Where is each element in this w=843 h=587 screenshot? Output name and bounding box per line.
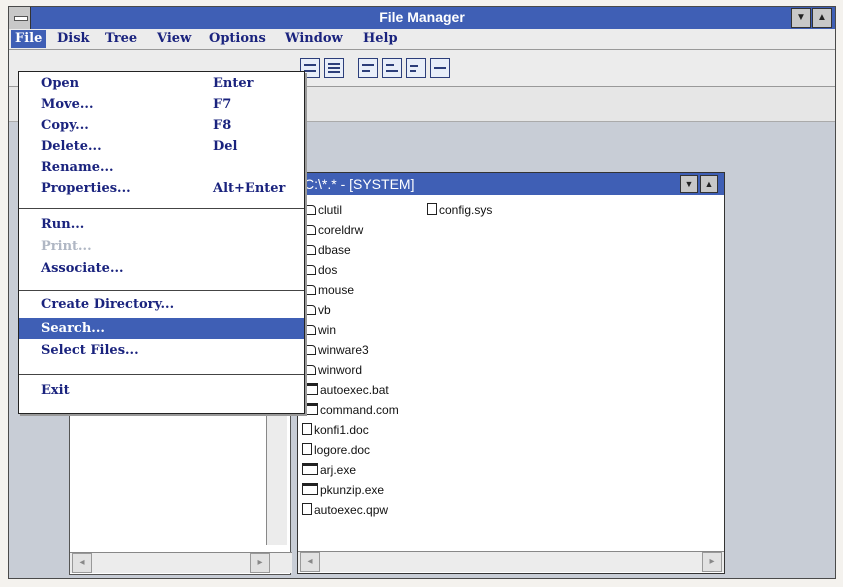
list-item[interactable]: autoexec.bat — [302, 381, 389, 399]
list-item[interactable]: win — [302, 321, 336, 339]
tree-horizontal-scrollbar[interactable]: ◂ ▸ — [70, 552, 292, 573]
menu-window[interactable]: Window — [281, 30, 347, 48]
list-item[interactable]: logore.doc — [302, 441, 370, 459]
menu-item-rename[interactable]: Rename... — [19, 157, 304, 178]
menu-item-open[interactable]: Open Enter — [19, 73, 304, 94]
directory-horizontal-scrollbar[interactable]: ◂ ▸ — [298, 551, 724, 572]
list-item[interactable]: winware3 — [302, 341, 369, 359]
menu-item-select-files[interactable]: Select Files... — [19, 340, 304, 361]
list-item[interactable]: pkunzip.exe — [302, 481, 384, 499]
list-item[interactable]: vb — [302, 301, 331, 319]
view-details-icon[interactable] — [324, 58, 344, 78]
directory-only-icon[interactable] — [430, 58, 450, 78]
menu-item-exit[interactable]: Exit — [19, 380, 304, 401]
menu-item-search[interactable]: Search... — [19, 318, 304, 339]
maximize-icon[interactable]: ▲ — [812, 8, 832, 28]
file-manager-window: File Manager ▼ ▲ File Disk Tree View Opt… — [8, 6, 836, 579]
list-item[interactable]: winword — [302, 361, 362, 379]
menu-item-delete[interactable]: Delete... Del — [19, 136, 304, 157]
sort-by-name-icon[interactable] — [358, 58, 378, 78]
list-item[interactable]: autoexec.qpw — [302, 501, 388, 519]
menu-item-move[interactable]: Move... F7 — [19, 94, 304, 115]
menu-separator — [19, 290, 304, 291]
menu-item-copy[interactable]: Copy... F8 — [19, 115, 304, 136]
maximize-icon[interactable]: ▲ — [700, 175, 718, 193]
menu-disk[interactable]: Disk — [53, 30, 94, 48]
scroll-right-icon[interactable]: ▸ — [702, 552, 722, 572]
directory-window-title-bar[interactable]: C:\*.* - [SYSTEM] ▼ ▲ — [298, 173, 724, 195]
scroll-right-icon[interactable]: ▸ — [250, 553, 270, 573]
menu-item-properties[interactable]: Properties... Alt+Enter — [19, 178, 304, 199]
list-item[interactable]: dbase — [302, 241, 351, 259]
menu-item-create-directory[interactable]: Create Directory... — [19, 294, 304, 315]
menu-tree[interactable]: Tree — [101, 30, 141, 48]
menu-file[interactable]: File — [11, 30, 47, 48]
list-item[interactable]: arj.exe — [302, 461, 356, 479]
directory-window-title: C:\*.* - [SYSTEM] — [304, 176, 415, 192]
file-menu-dropdown: Open Enter Move... F7 Copy... F8 Delete... D… — [18, 71, 305, 414]
scroll-left-icon[interactable]: ◂ — [72, 553, 92, 573]
list-item[interactable]: konfi1.doc — [302, 421, 369, 439]
menu-item-print: Print... — [41, 239, 92, 254]
menu-help[interactable]: Help — [359, 30, 402, 48]
window-title: File Manager — [379, 9, 465, 25]
file-list: clutil coreldrw dbase dos mouse vb win w… — [302, 201, 712, 545]
list-item[interactable]: dos — [302, 261, 337, 279]
menu-item-associate[interactable]: Associate... — [19, 258, 304, 279]
document-icon — [302, 423, 312, 435]
program-icon — [302, 483, 318, 495]
sort-by-type-icon[interactable] — [382, 58, 402, 78]
menu-separator — [19, 208, 304, 209]
search-files-icon[interactable] — [406, 58, 426, 78]
list-item[interactable]: clutil — [302, 201, 342, 219]
list-item[interactable]: command.com — [302, 401, 399, 419]
menu-separator — [19, 374, 304, 375]
title-bar[interactable]: File Manager ▼ ▲ — [9, 7, 835, 29]
program-icon — [302, 463, 318, 475]
directory-window: C:\*.* - [SYSTEM] ▼ ▲ clutil coreldrw db… — [297, 172, 725, 574]
document-icon — [302, 503, 312, 515]
minimize-icon[interactable]: ▼ — [680, 175, 698, 193]
list-item[interactable]: config.sys — [427, 201, 492, 219]
document-icon — [427, 203, 437, 215]
list-item[interactable]: mouse — [302, 281, 354, 299]
menu-item-run[interactable]: Run... — [19, 214, 304, 235]
scroll-left-icon[interactable]: ◂ — [300, 552, 320, 572]
menu-view[interactable]: View — [153, 30, 195, 48]
menu-bar: File Disk Tree View Options Window Help — [9, 29, 835, 50]
minimize-icon[interactable]: ▼ — [791, 8, 811, 28]
list-item[interactable]: coreldrw — [302, 221, 363, 239]
menu-options[interactable]: Options — [205, 30, 270, 48]
document-icon — [302, 443, 312, 455]
